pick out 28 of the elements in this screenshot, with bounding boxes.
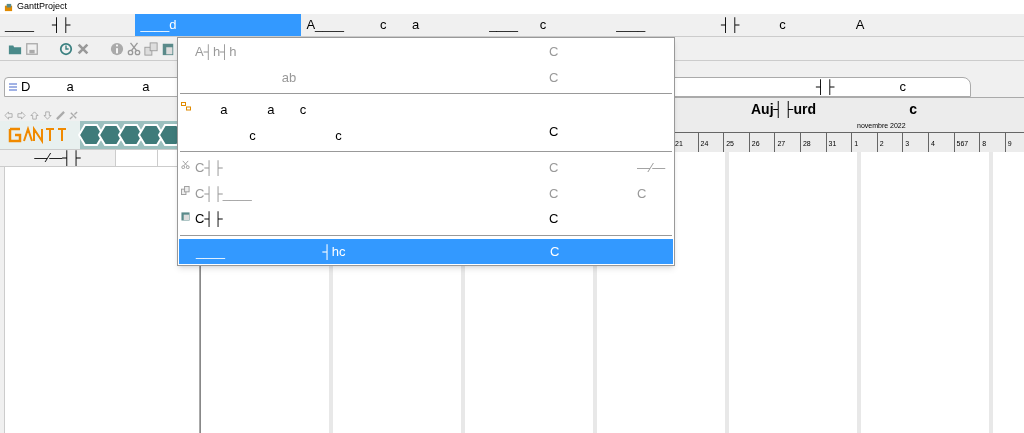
menu-item[interactable]: ____ ┤├ c <box>611 14 791 36</box>
shortcut-label: C <box>550 242 561 261</box>
menu-item-label: a a c <box>219 101 308 119</box>
shortcut-label: C <box>549 123 560 141</box>
shortcut-label: C <box>549 210 560 228</box>
menu-item-label: C┤├ <box>195 210 224 229</box>
shortcut-label: C <box>637 184 647 203</box>
menu-item[interactable]: a a c c c C <box>178 97 674 148</box>
menu-item[interactable]: C┤├ C <box>178 206 674 232</box>
shortcut-label: C <box>549 43 560 61</box>
menu-item-label: A┤h┤h <box>195 43 238 62</box>
shortcut-label: C <box>549 159 560 177</box>
tab-label: D a a <box>21 78 150 97</box>
shortcut-label: C <box>549 184 560 203</box>
menu-item[interactable]: ____ c <box>484 14 552 36</box>
menu-item[interactable]: ____ ┤├ <box>0 14 76 36</box>
menu-item-label: C┤├____ <box>195 184 253 203</box>
column-header[interactable]: —⁄—┤├ <box>0 150 116 166</box>
shortcut-label: C <box>549 68 560 87</box>
menu-item-label: ab <box>280 68 298 87</box>
menu-item-label: c c <box>248 126 343 145</box>
menu-item[interactable]: A <box>850 14 870 36</box>
menu-item[interactable]: A____ c a <box>301 14 425 36</box>
today-label: Auj┤├urd c <box>751 99 918 120</box>
menu-item-label: C┤├ <box>195 159 224 178</box>
shortcut-label: —⁄— <box>637 159 666 177</box>
menu-item-label: ____ ┤hc <box>196 242 347 261</box>
window-title: GanttProject <box>17 0 68 14</box>
